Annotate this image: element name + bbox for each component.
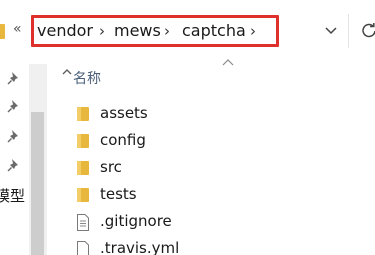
address-divider: [348, 14, 349, 48]
pin-icon[interactable]: [6, 70, 22, 86]
folder-icon: [77, 161, 89, 175]
navigation-pane: 模型: [0, 64, 72, 255]
list-item[interactable]: .travis.yml: [72, 237, 352, 255]
file-name: .travis.yml: [100, 239, 180, 255]
file-list: 名称 assets config src tests .gitignore .t…: [48, 59, 375, 255]
column-header-name[interactable]: 名称: [73, 68, 101, 88]
address-bar[interactable]: « vendor › mews › captcha ›: [0, 0, 375, 64]
file-name: tests: [100, 185, 137, 203]
file-name: .gitignore: [100, 212, 172, 230]
nav-item-label[interactable]: 模型: [0, 185, 25, 206]
list-item[interactable]: src: [72, 156, 352, 180]
sort-ascending-icon: [222, 59, 234, 66]
chevron-down-icon[interactable]: [324, 23, 338, 37]
folder-icon: [77, 134, 89, 148]
file-name: assets: [100, 104, 148, 122]
overflow-chevrons-icon[interactable]: «: [13, 21, 22, 37]
pin-icon[interactable]: [6, 128, 22, 144]
text-file-icon: [77, 214, 89, 231]
list-item[interactable]: config: [72, 129, 352, 153]
list-item[interactable]: assets: [72, 102, 352, 126]
folder-icon: [77, 107, 89, 121]
pin-icon[interactable]: [6, 98, 22, 114]
folder-icon: [0, 24, 5, 39]
pin-icon[interactable]: [6, 157, 22, 173]
list-item[interactable]: .gitignore: [72, 210, 352, 234]
file-name: src: [100, 158, 122, 176]
list-item[interactable]: tests: [72, 183, 352, 207]
file-icon: [77, 241, 89, 255]
file-name: config: [100, 131, 146, 149]
refresh-icon[interactable]: [361, 22, 375, 38]
breadcrumb-highlight-box: [31, 15, 279, 47]
nav-scrollbar-thumb[interactable]: [31, 112, 44, 255]
folder-icon: [77, 188, 89, 202]
